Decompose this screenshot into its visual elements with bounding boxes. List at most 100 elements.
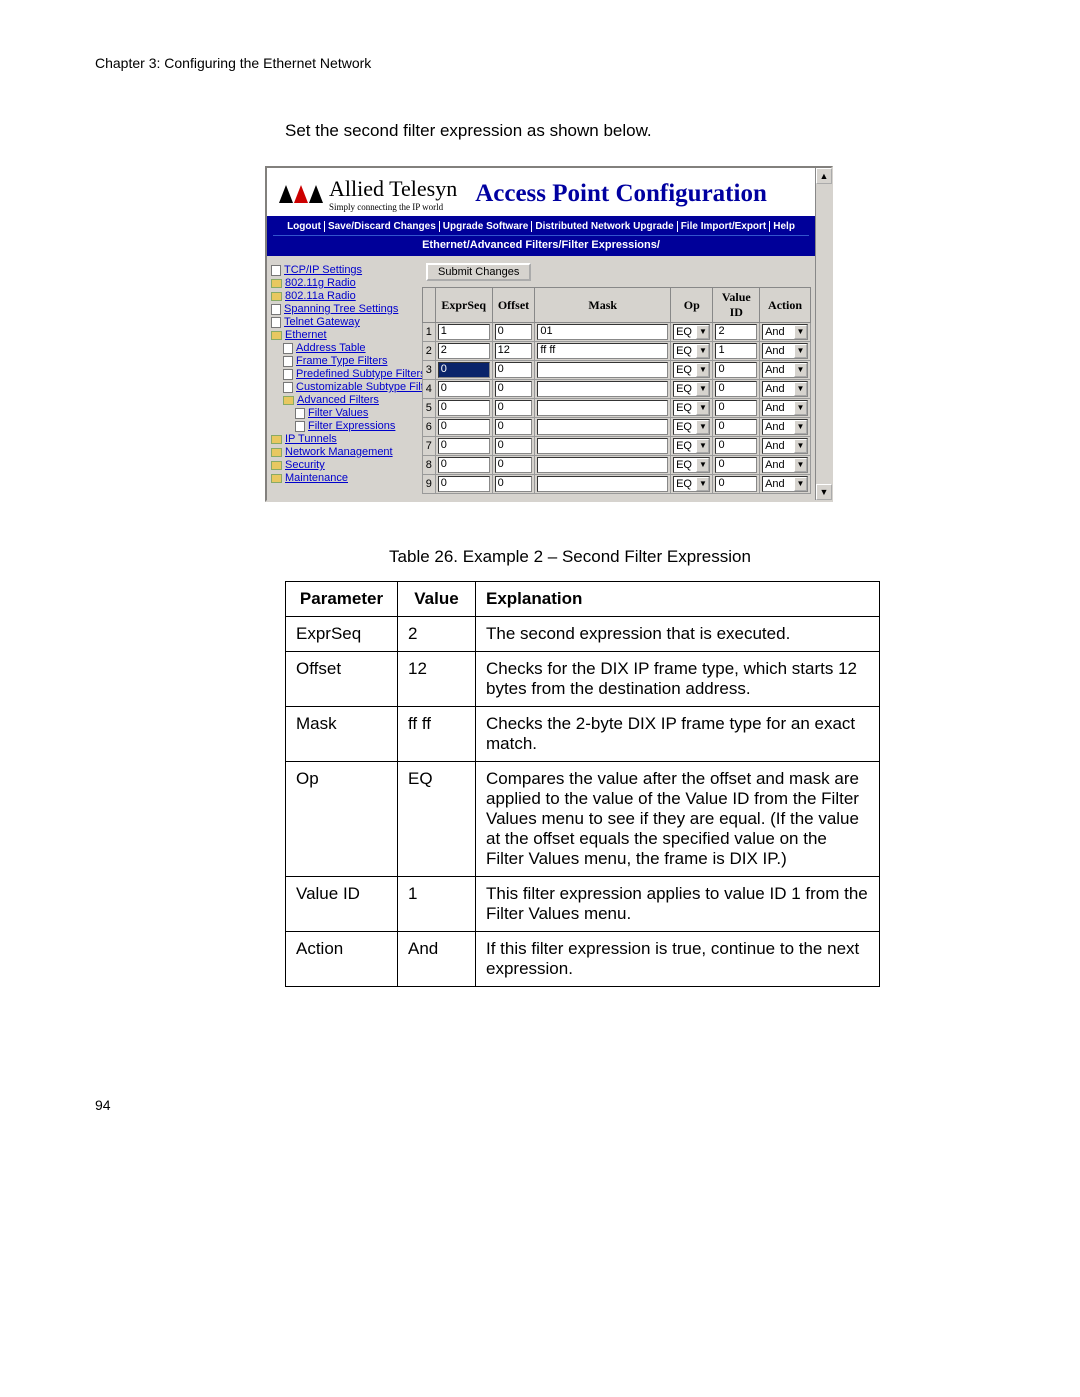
text-input[interactable]: 0 bbox=[438, 457, 490, 473]
text-input[interactable]: 0 bbox=[438, 476, 490, 492]
dropdown[interactable]: EQ▼ bbox=[673, 324, 710, 340]
top-menu-item[interactable]: Save/Discard Changes bbox=[325, 221, 440, 232]
nav-item[interactable]: Filter Values bbox=[295, 407, 420, 420]
text-input[interactable] bbox=[537, 419, 668, 435]
nav-item[interactable]: TCP/IP Settings bbox=[271, 264, 420, 277]
dropdown[interactable]: EQ▼ bbox=[673, 419, 710, 435]
chevron-down-icon[interactable]: ▼ bbox=[794, 401, 807, 415]
dropdown[interactable]: And▼ bbox=[762, 457, 808, 473]
text-input[interactable]: 0 bbox=[495, 476, 533, 492]
text-input[interactable]: 01 bbox=[537, 324, 668, 340]
top-menu-item[interactable]: File Import/Export bbox=[678, 221, 771, 232]
chevron-down-icon[interactable]: ▼ bbox=[696, 363, 709, 377]
top-menu-item[interactable]: Help bbox=[770, 221, 798, 232]
scroll-up-icon[interactable]: ▲ bbox=[816, 168, 832, 184]
text-input[interactable]: 0 bbox=[438, 362, 490, 378]
chevron-down-icon[interactable]: ▼ bbox=[696, 420, 709, 434]
vertical-scrollbar[interactable]: ▲ ▼ bbox=[815, 168, 831, 500]
nav-item[interactable]: Predefined Subtype Filters bbox=[283, 368, 420, 381]
text-input[interactable] bbox=[537, 381, 668, 397]
text-input[interactable]: 0 bbox=[715, 438, 757, 454]
text-input[interactable]: 0 bbox=[495, 362, 533, 378]
nav-item[interactable]: Advanced Filters bbox=[283, 394, 420, 407]
text-input[interactable]: 0 bbox=[495, 438, 533, 454]
text-input[interactable] bbox=[537, 438, 668, 454]
dropdown[interactable]: EQ▼ bbox=[673, 476, 710, 492]
chevron-down-icon[interactable]: ▼ bbox=[696, 401, 709, 415]
text-input[interactable]: 1 bbox=[438, 324, 490, 340]
text-input[interactable]: 12 bbox=[495, 343, 533, 359]
text-input[interactable]: 0 bbox=[715, 419, 757, 435]
text-input[interactable] bbox=[537, 400, 668, 416]
text-input[interactable]: 2 bbox=[715, 324, 757, 340]
text-input[interactable] bbox=[537, 362, 668, 378]
dropdown[interactable]: And▼ bbox=[762, 381, 808, 397]
chevron-down-icon[interactable]: ▼ bbox=[794, 439, 807, 453]
dropdown[interactable]: EQ▼ bbox=[673, 400, 710, 416]
text-input[interactable]: 0 bbox=[438, 400, 490, 416]
text-input[interactable] bbox=[537, 457, 668, 473]
dropdown[interactable]: And▼ bbox=[762, 476, 808, 492]
chevron-down-icon[interactable]: ▼ bbox=[794, 325, 807, 339]
top-menu-item[interactable]: Distributed Network Upgrade bbox=[532, 221, 677, 232]
text-input[interactable]: 0 bbox=[715, 400, 757, 416]
nav-item[interactable]: Ethernet bbox=[271, 329, 420, 342]
text-input[interactable]: 0 bbox=[438, 381, 490, 397]
dropdown[interactable]: EQ▼ bbox=[673, 362, 710, 378]
dropdown[interactable]: And▼ bbox=[762, 362, 808, 378]
dropdown[interactable]: And▼ bbox=[762, 438, 808, 454]
nav-item[interactable]: Spanning Tree Settings bbox=[271, 303, 420, 316]
chevron-down-icon[interactable]: ▼ bbox=[794, 344, 807, 358]
nav-item[interactable]: Maintenance bbox=[271, 472, 420, 485]
nav-item[interactable]: IP Tunnels bbox=[271, 433, 420, 446]
chevron-down-icon[interactable]: ▼ bbox=[794, 382, 807, 396]
chevron-down-icon[interactable]: ▼ bbox=[696, 325, 709, 339]
chevron-down-icon[interactable]: ▼ bbox=[696, 439, 709, 453]
dropdown[interactable]: EQ▼ bbox=[673, 381, 710, 397]
nav-item[interactable]: Security bbox=[271, 459, 420, 472]
text-input[interactable]: 0 bbox=[715, 381, 757, 397]
dropdown[interactable]: And▼ bbox=[762, 400, 808, 416]
dropdown[interactable]: And▼ bbox=[762, 343, 808, 359]
text-input[interactable]: 0 bbox=[438, 419, 490, 435]
nav-item[interactable]: 802.11g Radio bbox=[271, 277, 420, 290]
scroll-down-icon[interactable]: ▼ bbox=[816, 484, 832, 500]
text-input[interactable]: 0 bbox=[495, 457, 533, 473]
intro-text: Set the second filter expression as show… bbox=[285, 121, 985, 141]
text-input[interactable]: ff ff bbox=[537, 343, 668, 359]
dropdown[interactable]: EQ▼ bbox=[673, 457, 710, 473]
dropdown[interactable]: EQ▼ bbox=[673, 438, 710, 454]
chevron-down-icon[interactable]: ▼ bbox=[794, 458, 807, 472]
text-input[interactable]: 0 bbox=[715, 457, 757, 473]
chevron-down-icon[interactable]: ▼ bbox=[794, 477, 807, 491]
text-input[interactable]: 2 bbox=[438, 343, 490, 359]
dropdown[interactable]: And▼ bbox=[762, 419, 808, 435]
text-input[interactable]: 0 bbox=[495, 381, 533, 397]
text-input[interactable]: 0 bbox=[495, 324, 533, 340]
chevron-down-icon[interactable]: ▼ bbox=[794, 420, 807, 434]
text-input[interactable]: 0 bbox=[715, 362, 757, 378]
nav-item[interactable]: Address Table bbox=[283, 342, 420, 355]
text-input[interactable]: 0 bbox=[495, 400, 533, 416]
top-menu-item[interactable]: Upgrade Software bbox=[440, 221, 533, 232]
submit-changes-button[interactable]: Submit Changes bbox=[426, 263, 531, 281]
text-input[interactable]: 1 bbox=[715, 343, 757, 359]
nav-item[interactable]: Network Management bbox=[271, 446, 420, 459]
nav-item[interactable]: Customizable Subtype Filters bbox=[283, 381, 420, 394]
chevron-down-icon[interactable]: ▼ bbox=[696, 344, 709, 358]
text-input[interactable] bbox=[537, 476, 668, 492]
chevron-down-icon[interactable]: ▼ bbox=[696, 382, 709, 396]
nav-item[interactable]: Telnet Gateway bbox=[271, 316, 420, 329]
text-input[interactable]: 0 bbox=[495, 419, 533, 435]
dropdown[interactable]: And▼ bbox=[762, 324, 808, 340]
text-input[interactable]: 0 bbox=[438, 438, 490, 454]
chevron-down-icon[interactable]: ▼ bbox=[696, 477, 709, 491]
nav-item[interactable]: 802.11a Radio bbox=[271, 290, 420, 303]
nav-item[interactable]: Frame Type Filters bbox=[283, 355, 420, 368]
nav-item[interactable]: Filter Expressions bbox=[295, 420, 420, 433]
dropdown[interactable]: EQ▼ bbox=[673, 343, 710, 359]
chevron-down-icon[interactable]: ▼ bbox=[696, 458, 709, 472]
top-menu-item[interactable]: Logout bbox=[284, 221, 325, 232]
text-input[interactable]: 0 bbox=[715, 476, 757, 492]
chevron-down-icon[interactable]: ▼ bbox=[794, 363, 807, 377]
